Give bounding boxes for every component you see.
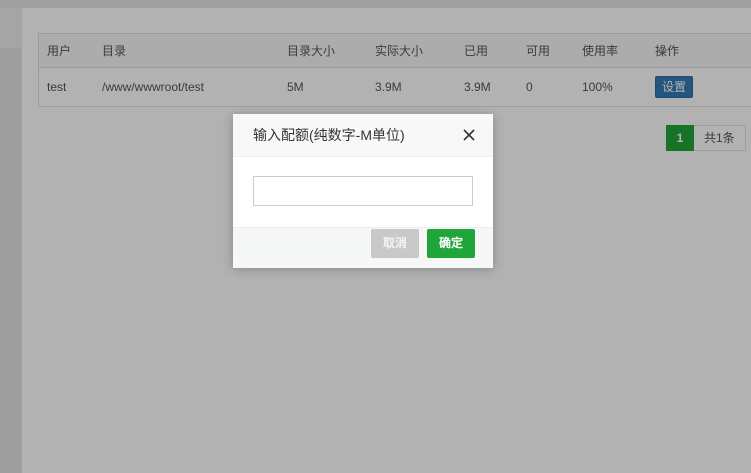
cancel-button[interactable]: 取消: [371, 229, 420, 258]
confirm-button[interactable]: 确定: [427, 229, 476, 258]
quota-input[interactable]: [253, 176, 473, 206]
dialog-title: 输入配额(纯数字-M单位): [253, 127, 405, 143]
quota-dialog: 输入配额(纯数字-M单位) 取消 确定: [233, 114, 493, 268]
page: 用户 目录 目录大小 实际大小 已用 可用 使用率 操作 test /www/w…: [0, 0, 751, 473]
dialog-footer: 取消 确定: [233, 227, 493, 268]
dialog-body: [233, 157, 493, 227]
close-icon[interactable]: [461, 127, 477, 143]
dialog-header: 输入配额(纯数字-M单位): [233, 114, 493, 157]
